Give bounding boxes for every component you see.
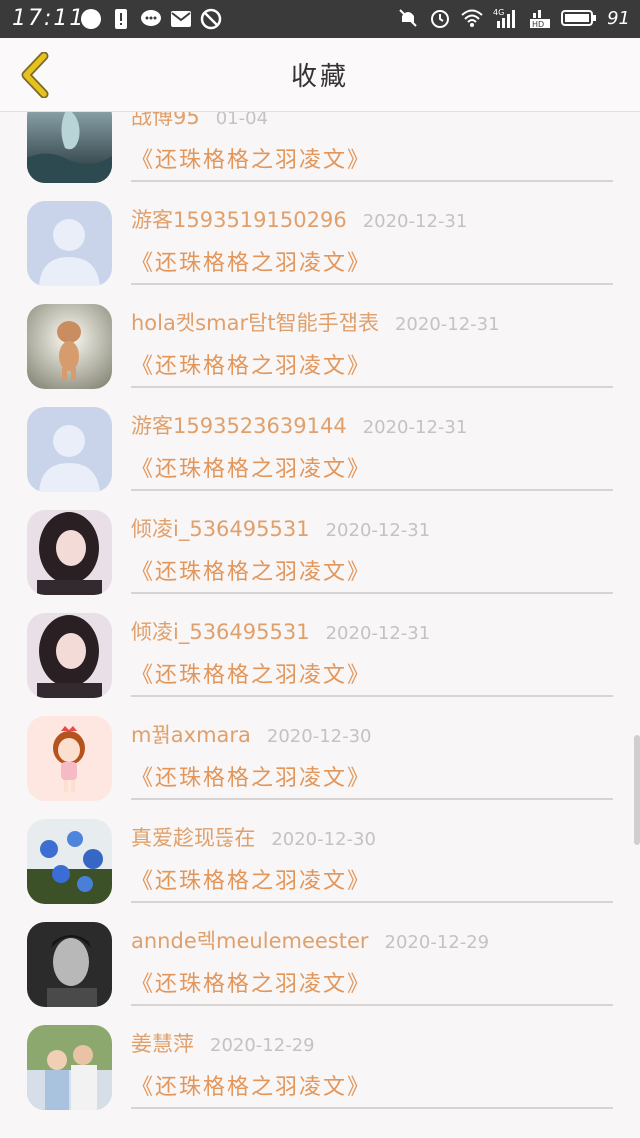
item-date: 01-04	[215, 112, 269, 129]
user-name: annde렉meulemeester	[131, 929, 369, 953]
avatar[interactable]	[27, 819, 112, 904]
item-meta: 倾凌i_536495531 2020-12-31	[131, 616, 430, 646]
scrollbar[interactable]	[634, 735, 640, 845]
avatar[interactable]	[27, 201, 112, 286]
divider	[131, 592, 613, 594]
list-item[interactable]: annde렉meulemeester 2020-12-29 《还珠格格之羽凌文》	[0, 922, 640, 1025]
item-meta: 战博95 01-04	[131, 112, 268, 131]
work-title-link[interactable]: 《还珠格格之羽凌文》	[131, 245, 371, 277]
divider	[131, 901, 613, 903]
item-date: 2020-12-31	[325, 520, 431, 541]
user-name: 真爱趁现뜮在	[131, 826, 256, 850]
item-meta: annde렉meulemeester 2020-12-29	[131, 925, 489, 955]
work-title-link[interactable]: 《还珠格格之羽凌文》	[131, 966, 371, 998]
battery-icon	[561, 10, 597, 26]
system-icons: 4G HD 91	[397, 7, 630, 29]
work-title-link[interactable]: 《还珠格格之羽凌文》	[131, 1069, 371, 1101]
item-meta: 倾凌i_536495531 2020-12-31	[131, 513, 430, 543]
mail-icon	[171, 11, 191, 27]
signal-icon: 4G	[493, 8, 516, 28]
item-meta: 真爱趁现뜮在 2020-12-30	[131, 822, 376, 852]
item-meta: 姜慧萍 2020-12-29	[131, 1028, 315, 1058]
header: 收藏	[0, 38, 640, 112]
hd-icon: HD	[530, 10, 551, 29]
avatar[interactable]	[27, 613, 112, 698]
user-name: 姜慧萍	[131, 1032, 194, 1056]
status-time: 17:11	[12, 6, 86, 31]
user-name: 游客1593519150296	[131, 208, 347, 232]
user-name: hola켓smar탐t智能手잽表	[131, 311, 379, 335]
list-item[interactable]: hola켓smar탐t智能手잽表 2020-12-31 《还珠格格之羽凌文》	[0, 304, 640, 407]
list-item[interactable]: 真爱趁现뜮在 2020-12-30 《还珠格格之羽凌文》	[0, 819, 640, 922]
item-date: 2020-12-31	[362, 211, 468, 232]
avatar[interactable]	[27, 716, 112, 801]
alert-icon	[115, 9, 127, 29]
list-item[interactable]: m꿝axmara 2020-12-30 《还珠格格之羽凌文》	[0, 716, 640, 819]
item-meta: 游客1593519150296 2020-12-31	[131, 204, 467, 234]
item-date: 2020-12-31	[362, 417, 468, 438]
avatar[interactable]	[27, 407, 112, 492]
item-meta: m꿝axmara 2020-12-30	[131, 719, 372, 749]
divider	[131, 386, 613, 388]
item-date: 2020-12-30	[271, 829, 376, 850]
block-icon	[200, 8, 222, 30]
avatar[interactable]	[27, 112, 112, 183]
divider	[131, 798, 613, 800]
divider	[131, 695, 613, 697]
work-title-link[interactable]: 《还珠格格之羽凌文》	[131, 863, 371, 895]
avatar[interactable]	[27, 922, 112, 1007]
list-item[interactable]: 倾凌i_536495531 2020-12-31 《还珠格格之羽凌文》	[0, 510, 640, 613]
item-date: 2020-12-29	[384, 932, 490, 953]
svg-text:4G: 4G	[493, 8, 504, 17]
alarm-icon	[431, 10, 450, 28]
item-meta: 游客1593523639144 2020-12-31	[131, 410, 467, 440]
list-item[interactable]: 战博95 01-04 《还珠格格之羽凌文》	[0, 112, 640, 201]
user-name: 游客1593523639144	[131, 414, 347, 438]
list-item[interactable]: 倾凌i_536495531 2020-12-31 《还珠格格之羽凌文》	[0, 613, 640, 716]
user-name: 倾凌i_536495531	[131, 620, 310, 644]
work-title-link[interactable]: 《还珠格格之羽凌文》	[131, 554, 371, 586]
notification-icons	[80, 8, 222, 30]
avatar[interactable]	[27, 1025, 112, 1110]
page-title: 收藏	[290, 62, 349, 92]
svg-text:HD: HD	[532, 20, 544, 29]
list-item[interactable]: 游客1593523639144 2020-12-31 《还珠格格之羽凌文》	[0, 407, 640, 510]
bubble-icon	[81, 9, 101, 29]
divider	[131, 1107, 613, 1109]
divider	[131, 283, 613, 285]
avatar[interactable]	[27, 510, 112, 595]
work-title-link[interactable]: 《还珠格格之羽凌文》	[131, 348, 371, 380]
item-date: 2020-12-30	[266, 726, 372, 747]
item-meta: hola켓smar탐t智能手잽表 2020-12-31	[131, 307, 500, 337]
work-title-link[interactable]: 《还珠格格之羽凌文》	[131, 657, 371, 689]
list-item[interactable]: 姜慧萍 2020-12-29 《还珠格格之羽凌文》	[0, 1025, 640, 1128]
list-item[interactable]: 游客1593519150296 2020-12-31 《还珠格格之羽凌文》	[0, 201, 640, 304]
work-title-link[interactable]: 《还珠格格之羽凌文》	[131, 760, 371, 792]
work-title-link[interactable]: 《还珠格格之羽凌文》	[131, 451, 371, 483]
user-name: 战博95	[131, 112, 200, 129]
avatar[interactable]	[27, 304, 112, 389]
item-date: 2020-12-31	[325, 623, 431, 644]
item-date: 2020-12-29	[210, 1035, 315, 1056]
mute-icon	[399, 9, 417, 27]
user-name: m꿝axmara	[131, 723, 251, 747]
chat-icon	[141, 10, 161, 26]
status-bar: 17:11 4G HD 91	[0, 0, 640, 38]
divider	[131, 180, 613, 182]
item-date: 2020-12-31	[394, 314, 500, 335]
battery-percent: 91	[607, 7, 630, 29]
wifi-icon	[461, 9, 483, 27]
divider	[131, 1004, 613, 1006]
user-name: 倾凌i_536495531	[131, 517, 310, 541]
divider	[131, 489, 613, 491]
favorites-list: 战博95 01-04 《还珠格格之羽凌文》 游客1593519150296 2020-1…	[0, 112, 640, 1138]
work-title-link[interactable]: 《还珠格格之羽凌文》	[131, 142, 371, 174]
